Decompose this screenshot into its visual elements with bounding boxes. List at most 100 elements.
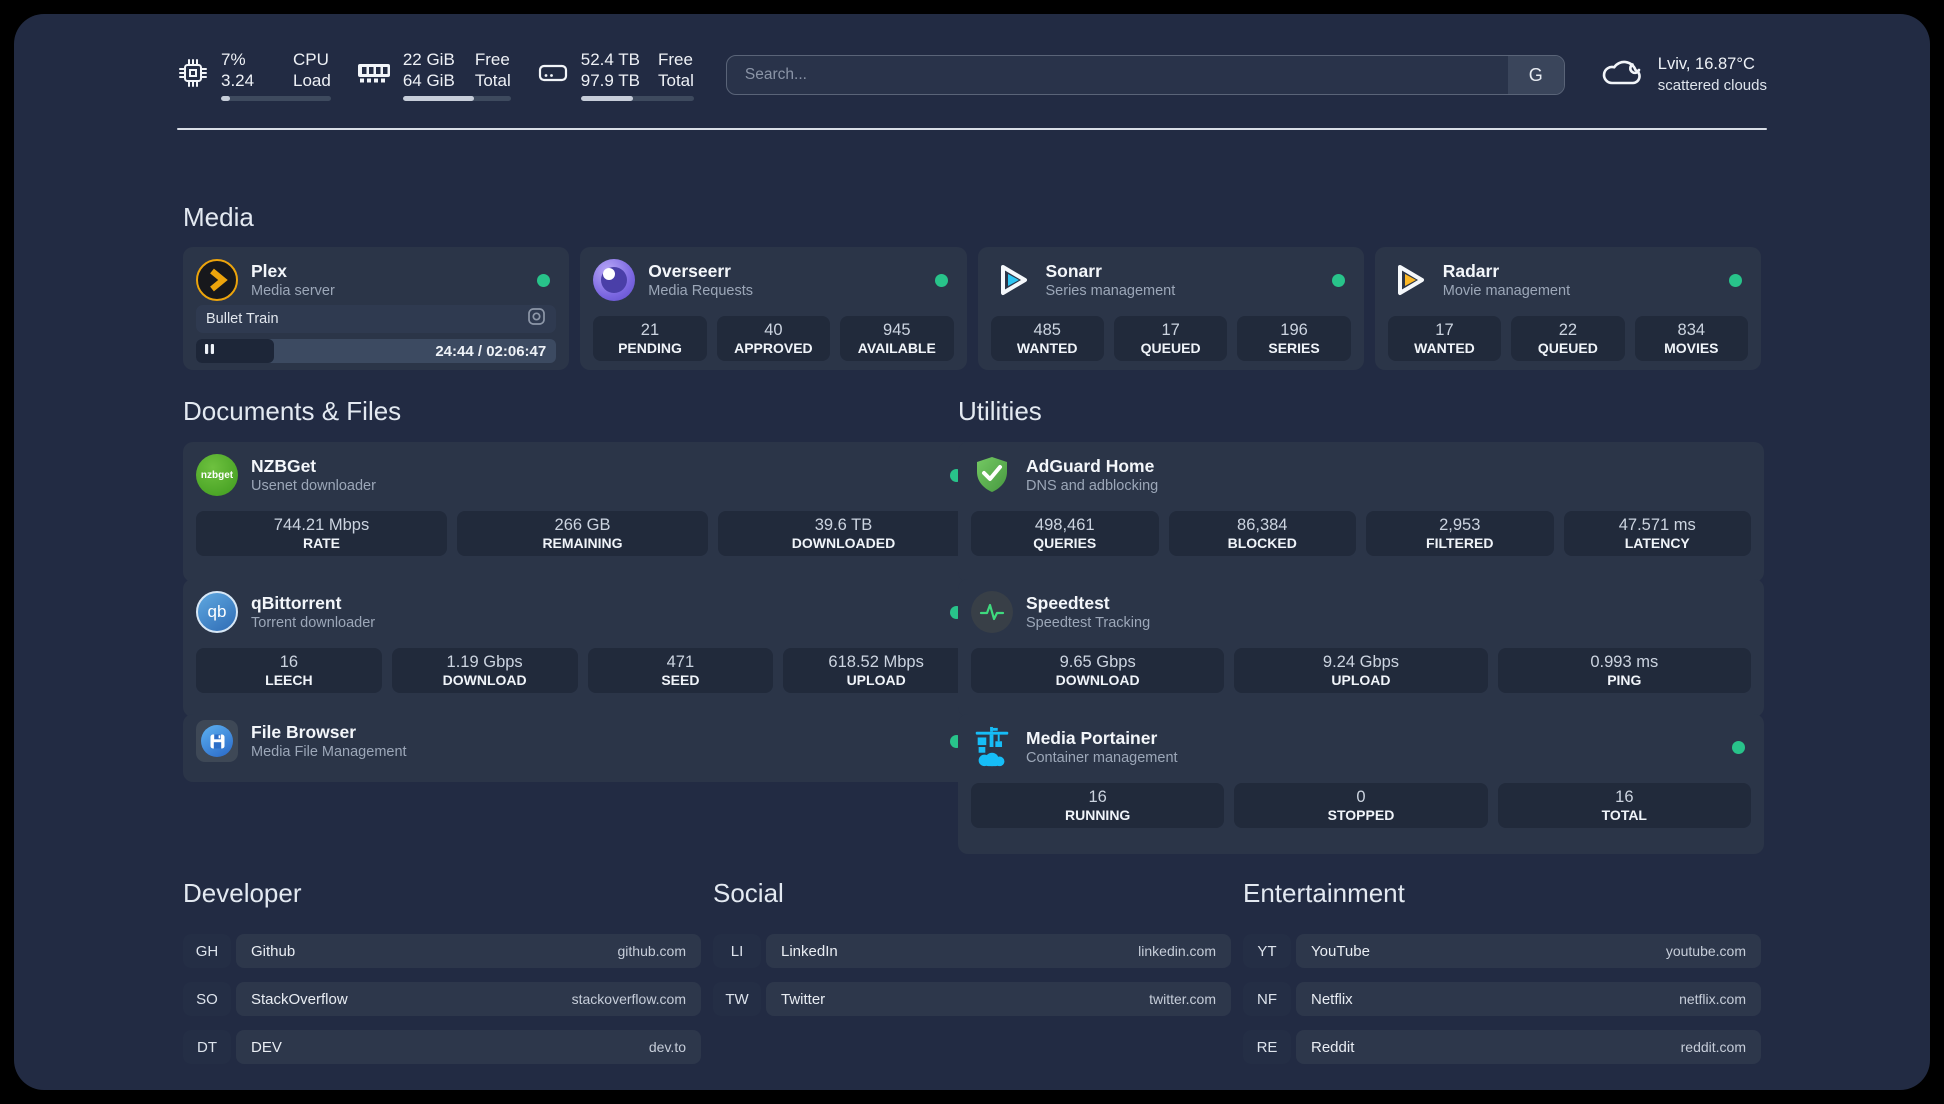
stat-tile: 21 PENDING xyxy=(593,316,707,361)
bookmark-url: reddit.com xyxy=(1680,1039,1746,1055)
stat-tile: 945 AVAILABLE xyxy=(840,316,954,361)
bookmark-name: YouTube xyxy=(1311,942,1370,960)
bookmark-name: Reddit xyxy=(1311,1038,1355,1056)
disk-total-value: 97.9 TB xyxy=(580,71,640,90)
bookmark-name: Netflix xyxy=(1311,990,1353,1008)
section-title-utilities: Utilities xyxy=(958,396,1042,426)
bookmark-url: youtube.com xyxy=(1665,943,1746,959)
app-title: Radarr xyxy=(1442,261,1500,281)
stat-tile: 86,384 BLOCKED xyxy=(1168,511,1356,556)
top-bar: 7% 3.24 CPU Load 22 GiB 64 GiB Free Tota… xyxy=(177,46,1767,104)
sonarr-card[interactable]: Sonarr Series management 485 WANTED 17 Q… xyxy=(977,247,1364,370)
cpu-label: CPU xyxy=(293,50,329,69)
bookmark-github[interactable]: GH Github github.com xyxy=(183,934,701,968)
bookmark-dev[interactable]: DT DEV dev.to xyxy=(183,1030,701,1064)
bookmark-abbr: NF xyxy=(1243,982,1291,1016)
memory-stat: 22 GiB 64 GiB Free Total xyxy=(357,49,511,101)
stat-tile: 196 SERIES xyxy=(1237,316,1351,361)
bookmark-abbr: TW xyxy=(713,982,761,1016)
disk-progress-bar xyxy=(580,96,694,101)
status-dot xyxy=(1729,274,1742,287)
qbittorrent-icon: qb xyxy=(196,591,238,633)
app-title: Plex xyxy=(251,261,287,281)
section-title-developer: Developer xyxy=(183,878,302,908)
cpu-stat: 7% 3.24 CPU Load xyxy=(177,49,331,101)
bookmark-youtube[interactable]: YT YouTube youtube.com xyxy=(1243,934,1761,968)
disk-icon xyxy=(537,59,569,92)
disk-stat: 52.4 TB 97.9 TB Free Total xyxy=(537,49,694,101)
speedtest-icon xyxy=(971,591,1013,633)
portainer-icon xyxy=(971,726,1013,768)
playback-progress-bar[interactable]: 24:44 / 02:06:47 xyxy=(196,339,557,363)
media-cards-row: Plex Media server Bullet Train 24:44 / 0… xyxy=(183,247,1761,370)
bookmark-reddit[interactable]: RE Reddit reddit.com xyxy=(1243,1030,1761,1064)
bookmarks-developer: Developer GH Github github.com SO StackO… xyxy=(183,876,701,1078)
cloud-icon xyxy=(1599,56,1645,95)
section-title-media: Media xyxy=(183,202,254,232)
nzbget-icon: nzbget xyxy=(196,454,238,496)
plex-card[interactable]: Plex Media server Bullet Train 24:44 / 0… xyxy=(183,247,570,370)
weather-widget: Lviv, 16.87°C scattered clouds xyxy=(1599,54,1767,96)
media-settings-icon[interactable] xyxy=(527,307,546,331)
memory-icon xyxy=(357,60,391,91)
bookmark-stackoverflow[interactable]: SO StackOverflow stackoverflow.com xyxy=(183,982,701,1016)
app-description: Usenet downloader xyxy=(251,478,376,494)
qbittorrent-card[interactable]: qb qBittorrent Torrent downloader 16 LEE… xyxy=(183,579,982,717)
bookmark-twitter[interactable]: TW Twitter twitter.com xyxy=(713,982,1231,1016)
dashboard-panel: 7% 3.24 CPU Load 22 GiB 64 GiB Free Tota… xyxy=(14,14,1930,1090)
cpu-icon xyxy=(177,57,209,94)
disk-total-label: Total xyxy=(657,71,694,90)
app-description: Movie management xyxy=(1442,283,1571,299)
app-description: DNS and adblocking xyxy=(1026,478,1159,494)
stat-tile: 22 QUEUED xyxy=(1511,316,1625,361)
bookmarks-entertainment: Entertainment YT YouTube youtube.com NF … xyxy=(1243,876,1761,1078)
stat-tile: 618.52 Mbps UPLOAD xyxy=(783,648,969,693)
app-title: Speedtest xyxy=(1026,593,1110,613)
stat-tile: 1.19 Gbps DOWNLOAD xyxy=(391,648,578,693)
app-title: Media Portainer xyxy=(1026,728,1158,748)
playback-time: 24:44 / 02:06:47 xyxy=(435,342,547,360)
bookmark-name: DEV xyxy=(251,1038,282,1056)
bookmark-url: twitter.com xyxy=(1149,991,1216,1007)
speedtest-card[interactable]: Speedtest Speedtest Tracking 9.65 Gbps D… xyxy=(958,579,1764,717)
adguard-icon xyxy=(971,454,1013,496)
search-input[interactable] xyxy=(726,56,1508,94)
filebrowser-card[interactable]: File Browser Media File Management xyxy=(183,714,982,782)
stat-tile: 471 SEED xyxy=(587,648,774,693)
disk-free-value: 52.4 TB xyxy=(580,50,640,69)
search-bar: G xyxy=(725,55,1565,95)
plex-icon xyxy=(196,259,238,301)
bookmark-url: github.com xyxy=(617,943,686,959)
disk-free-label: Free xyxy=(657,50,693,69)
app-description: Media File Management xyxy=(251,744,407,760)
app-description: Torrent downloader xyxy=(251,615,376,631)
overseerr-card[interactable]: Overseerr Media Requests 21 PENDING 40 A… xyxy=(580,247,967,370)
bookmark-netflix[interactable]: NF Netflix netflix.com xyxy=(1243,982,1761,1016)
pause-icon xyxy=(204,342,215,360)
nzbget-card[interactable]: nzbget NZBGet Usenet downloader 744.21 M… xyxy=(183,442,982,582)
overseerr-icon xyxy=(593,259,636,301)
app-title: File Browser xyxy=(251,722,357,742)
portainer-card[interactable]: Media Portainer Container management 16 … xyxy=(958,714,1764,854)
memory-free-label: Free xyxy=(474,50,510,69)
sonarr-icon xyxy=(991,259,1033,301)
search-engine-button[interactable]: G xyxy=(1507,56,1564,94)
stat-tile: 498,461 QUERIES xyxy=(971,511,1159,556)
stat-tile: 266 GB REMAINING xyxy=(457,511,708,556)
app-title: NZBGet xyxy=(251,456,317,476)
now-playing-row: Bullet Train xyxy=(196,305,557,333)
bookmark-name: Twitter xyxy=(781,990,826,1008)
filebrowser-icon xyxy=(196,720,238,762)
adguard-card[interactable]: AdGuard Home DNS and adblocking 498,461 … xyxy=(958,442,1764,582)
app-title: qBittorrent xyxy=(251,593,342,613)
radarr-card[interactable]: Radarr Movie management 17 WANTED 22 QUE… xyxy=(1374,247,1761,370)
bookmark-linkedin[interactable]: LI LinkedIn linkedin.com xyxy=(713,934,1231,968)
memory-total-label: Total xyxy=(474,71,511,90)
stat-tile: 17 WANTED xyxy=(1387,316,1502,361)
app-title: Overseerr xyxy=(648,261,731,281)
section-title-entertainment: Entertainment xyxy=(1243,878,1405,908)
app-title: AdGuard Home xyxy=(1026,456,1155,476)
bookmark-url: netflix.com xyxy=(1679,991,1746,1007)
cpu-load-label: Load xyxy=(293,71,331,90)
weather-condition: scattered clouds xyxy=(1657,77,1767,94)
